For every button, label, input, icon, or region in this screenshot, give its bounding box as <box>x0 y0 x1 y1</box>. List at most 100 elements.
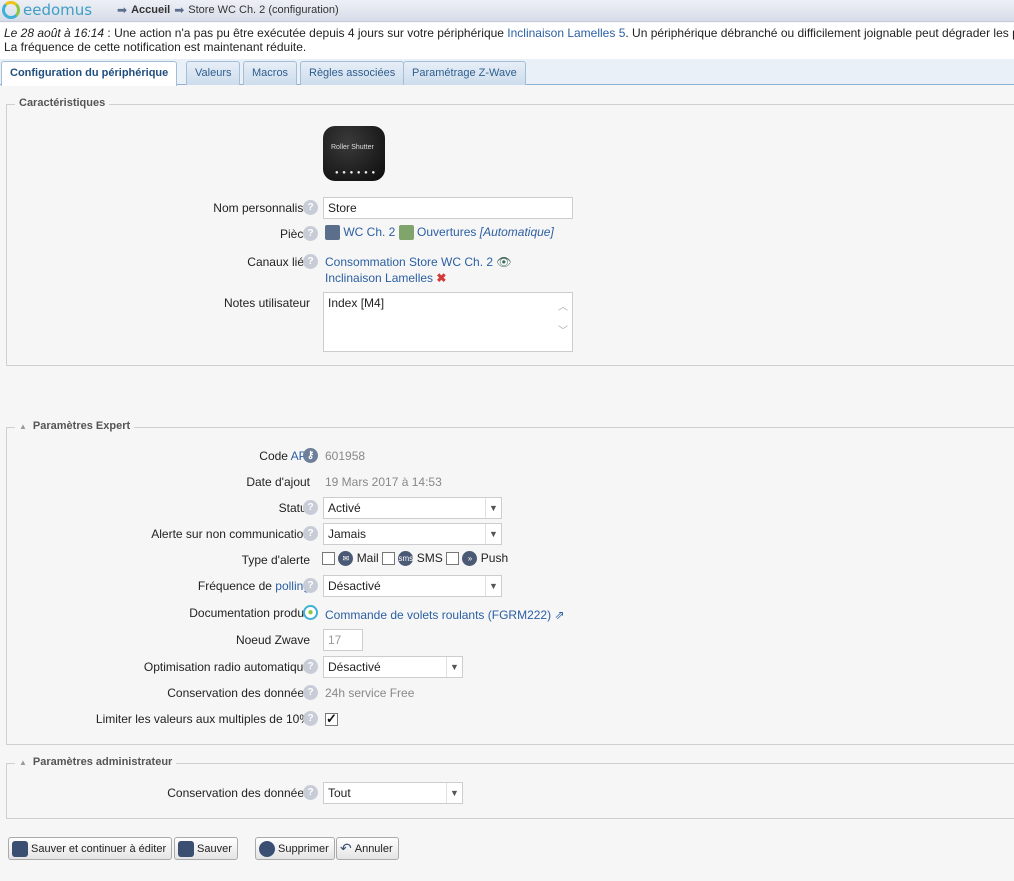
alert-select[interactable]: Jamais ▼ <box>323 523 502 545</box>
name-label: Nom personnalisé <box>213 201 310 215</box>
room-row: Pièce ? WC Ch. 2 Ouvertures [Automatique… <box>7 223 1007 245</box>
admin-legend[interactable]: ▲ Paramètres administrateur <box>15 756 177 768</box>
status-value: Activé <box>328 501 361 515</box>
push-checkbox[interactable] <box>446 552 460 566</box>
date-row: Date d'ajout 19 Mars 2017 à 14:53 <box>7 471 1007 493</box>
scroll-down-icon[interactable]: ﹀ <box>558 322 568 337</box>
channels-label: Canaux liés <box>247 255 310 269</box>
api-code: 601958 <box>325 449 366 463</box>
save-icon <box>178 840 194 857</box>
mail-checkbox[interactable] <box>322 552 335 566</box>
expert-legend[interactable]: ▲ Paramètres Expert <box>15 420 135 432</box>
help-icon[interactable]: ? <box>303 200 318 215</box>
status-select[interactable]: Activé ▼ <box>323 497 502 519</box>
chevron-down-icon: ▼ <box>485 498 501 518</box>
help-icon[interactable]: ? <box>303 226 318 241</box>
doc-link[interactable]: Commande de volets roulants (FGRM222) <box>325 608 551 622</box>
polling-select[interactable]: Désactivé ▼ <box>323 575 502 597</box>
status-row: Statut ? Activé ▼ <box>7 497 1007 519</box>
tab-macros[interactable]: Macros <box>243 61 298 85</box>
characteristics-section: Caractéristiques Roller Shutter ● ● ● ● … <box>6 97 1014 366</box>
help-icon[interactable]: ? <box>303 785 318 800</box>
external-link-icon[interactable]: ⇗ <box>554 608 564 622</box>
date-label: Date d'ajout <box>246 475 310 489</box>
channel-link-tilt[interactable]: Inclinaison Lamelles <box>325 271 433 285</box>
expert-title: Paramètres Expert <box>32 420 131 432</box>
characteristics-legend: Caractéristiques <box>15 97 110 109</box>
mail-icon: ✉ <box>338 551 354 567</box>
tab-bar: Configuration du périphérique Valeurs Ma… <box>0 59 1014 86</box>
polling-value: Désactivé <box>328 579 381 593</box>
radio-label: Optimisation radio automatique <box>143 660 310 674</box>
room-mode[interactable]: [Automatique] <box>480 225 554 239</box>
breadcrumb-home[interactable]: Accueil <box>131 4 170 16</box>
delete-label: Supprimer <box>278 842 329 855</box>
breadcrumb: ➡ Accueil ➡ Store WC Ch. 2 (configuratio… <box>113 3 339 17</box>
save-label: Sauver <box>197 842 232 855</box>
node-input[interactable] <box>323 629 363 651</box>
admin-retention-label: Conservation des données <box>167 786 310 800</box>
collapse-icon[interactable]: ▲ <box>19 422 27 431</box>
admin-retention-select[interactable]: Tout ▼ <box>323 782 463 804</box>
save-continue-button[interactable]: Sauver et continuer à éditer <box>8 837 173 860</box>
limit-row: Limiter les valeurs aux multiples de 10%… <box>7 708 1007 730</box>
help-icon[interactable]: ? <box>303 711 318 726</box>
delete-button[interactable]: Supprimer <box>255 837 335 860</box>
help-icon[interactable]: ? <box>303 578 318 593</box>
polling-label: Fréquence de polling <box>197 579 310 593</box>
room-link[interactable]: WC Ch. 2 <box>343 225 395 239</box>
retention-row: Conservation des données ? 24h service F… <box>7 682 1007 704</box>
name-input[interactable] <box>323 197 573 219</box>
save-icon <box>12 840 28 857</box>
logo-icon <box>2 1 20 19</box>
polling-row: Fréquence de polling ? Désactivé ▼ <box>7 575 1007 597</box>
scroll-up-icon[interactable]: ︿ <box>558 298 568 313</box>
key-icon: ⚷ <box>303 448 318 463</box>
undo-icon: ↶ <box>340 840 352 856</box>
tab-values[interactable]: Valeurs <box>186 61 241 85</box>
chevron-down-icon: ▼ <box>485 576 501 596</box>
limit-label: Limiter les valeurs aux multiples de 10% <box>95 712 310 726</box>
alert-type-label: Type d'alerte <box>241 553 310 567</box>
characteristics-title: Caractéristiques <box>19 97 106 109</box>
help-icon[interactable]: ? <box>303 526 318 541</box>
help-icon[interactable]: ? <box>303 254 318 269</box>
sms-checkbox[interactable] <box>382 552 396 566</box>
eedomus-logo[interactable]: eedomus <box>2 1 92 19</box>
alert-row: Alerte sur non communication ? Jamais ▼ <box>7 523 1007 545</box>
unlink-icon[interactable]: ✖ <box>436 271 446 285</box>
eye-icon[interactable]: 👁 <box>496 255 511 269</box>
radio-select[interactable]: Désactivé ▼ <box>323 656 463 678</box>
help-icon[interactable]: ? <box>303 500 318 515</box>
notification-date: Le 28 août à 16:14 <box>4 26 105 40</box>
admin-retention-value: Tout <box>328 786 351 800</box>
radio-value: Désactivé <box>328 660 381 674</box>
alert-label: Alerte sur non communication <box>151 527 310 541</box>
top-bar: eedomus ➡ Accueil ➡ Store WC Ch. 2 (conf… <box>0 0 1014 22</box>
sms-label: SMS <box>416 551 443 565</box>
collapse-icon[interactable]: ▲ <box>19 758 27 767</box>
node-row: Noeud Zwave <box>7 629 1007 651</box>
notification-text-after: . Un périphérique débranché ou difficile… <box>625 26 1014 40</box>
limit-checkbox[interactable] <box>325 711 338 727</box>
notes-textarea[interactable]: Index [M4] <box>323 292 573 352</box>
tab-rules[interactable]: Règles associées <box>300 61 405 85</box>
channel-link-consumption[interactable]: Consommation Store WC Ch. 2 <box>325 255 493 269</box>
help-icon[interactable]: ? <box>303 685 318 700</box>
cancel-button[interactable]: ↶ Annuler <box>336 837 399 860</box>
tab-configuration[interactable]: Configuration du périphérique <box>1 61 178 86</box>
help-icon[interactable]: ? <box>303 659 318 674</box>
notification-device-link[interactable]: Inclinaison Lamelles 5 <box>507 26 625 40</box>
alert-value: Jamais <box>328 527 367 541</box>
tab-zwave[interactable]: Paramétrage Z-Wave <box>403 61 526 85</box>
arrow-right-icon: ➡ <box>117 3 128 17</box>
room-type-link[interactable]: Ouvertures <box>417 225 476 239</box>
save-button[interactable]: Sauver <box>174 837 238 860</box>
device-image: Roller Shutter ● ● ● ● ● ● <box>323 126 385 181</box>
notes-label: Notes utilisateur <box>223 296 310 310</box>
notification-banner: Le 28 août à 16:14 : Une action n'a pas … <box>0 23 1014 59</box>
sms-icon: sms <box>398 551 414 567</box>
arrow-right-icon: ➡ <box>174 3 185 17</box>
admin-retention-row: Conservation des données ? Tout ▼ <box>7 782 1007 804</box>
alert-type-row: Type d'alerte ✉ Mail sms SMS » Push <box>7 549 1007 571</box>
